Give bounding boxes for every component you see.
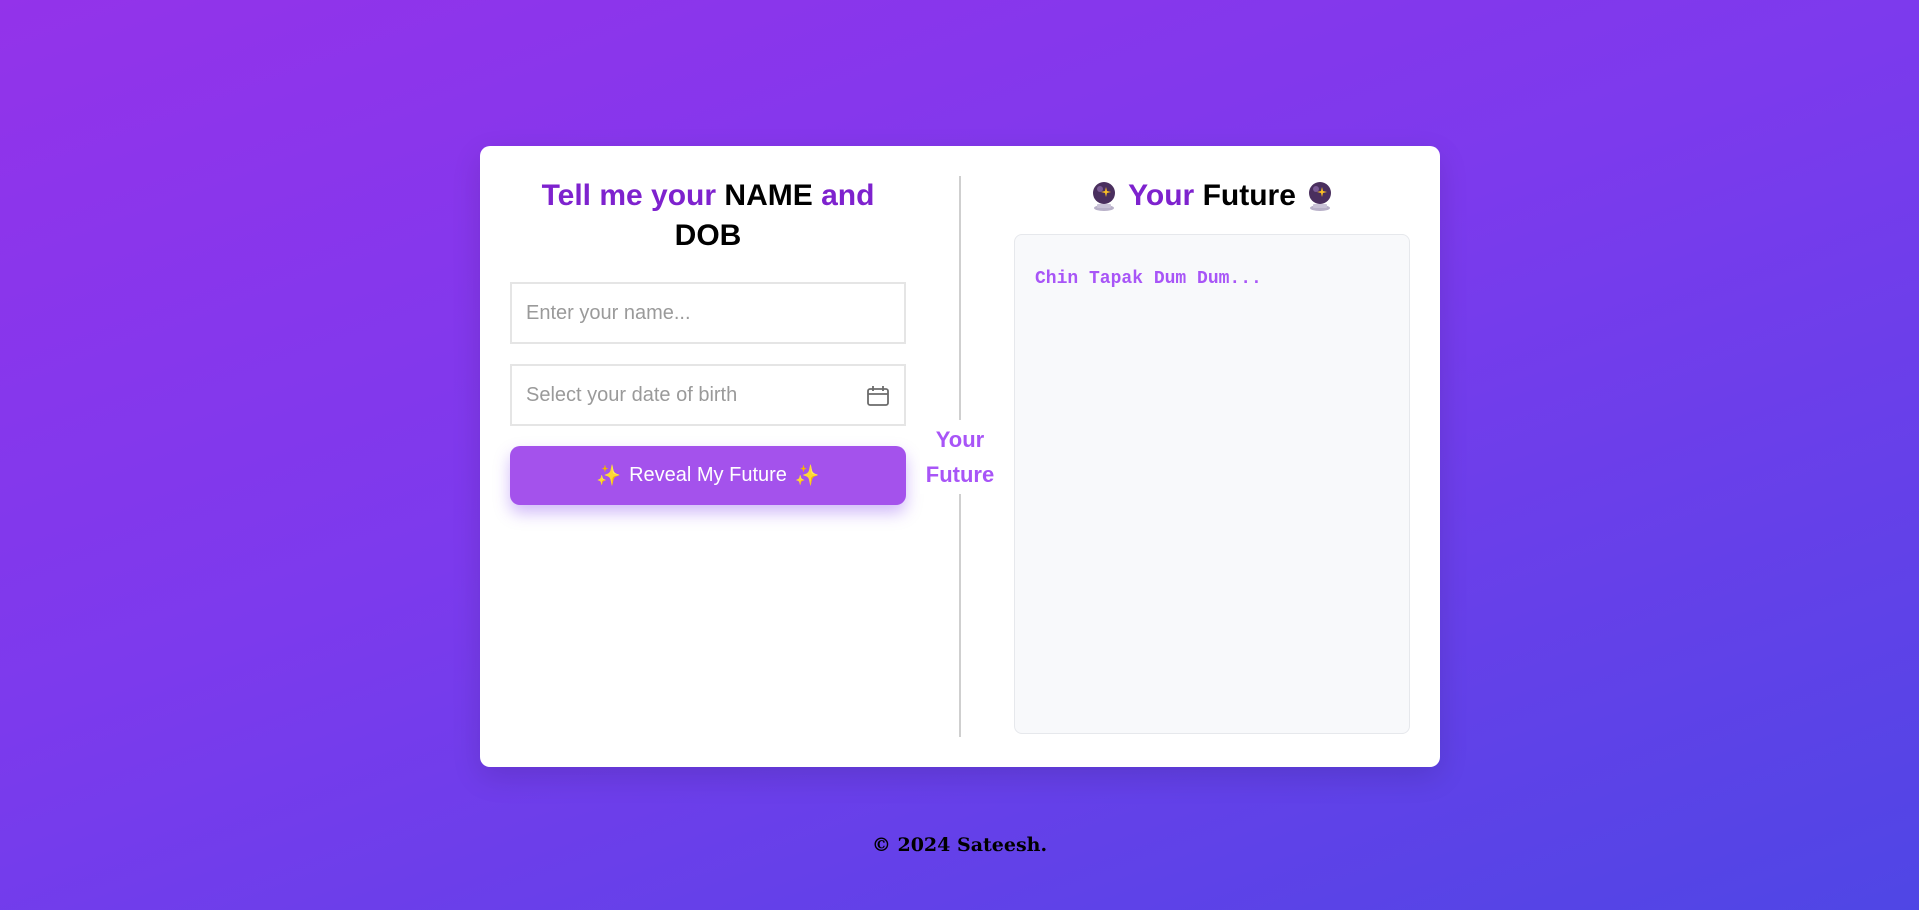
future-result-box: Chin Tapak Dum Dum... (1014, 234, 1410, 734)
fortune-card: Tell me your NAME and DOB ✨ Reveal My Fu (480, 146, 1440, 767)
title-text-dob: DOB (674, 219, 742, 252)
dob-field (510, 364, 906, 426)
name-input[interactable] (512, 284, 904, 342)
divider-label-line1: Your (935, 427, 985, 452)
name-field (510, 282, 906, 344)
input-panel: Tell me your NAME and DOB ✨ Reveal My Fu (510, 176, 906, 505)
title-text-future: Future (1202, 179, 1296, 212)
sparkle-icon: ✨ (794, 465, 820, 487)
footer-copyright: © 2024 Sateesh. (871, 834, 1048, 856)
result-panel-title: Your Future (1014, 176, 1410, 216)
divider-label: Your Future (920, 420, 1000, 494)
crystal-ball-icon (1306, 181, 1334, 211)
title-text-name: NAME (724, 179, 813, 212)
dob-input[interactable] (512, 366, 904, 424)
calendar-icon[interactable] (866, 385, 890, 407)
title-text-your: Your (1128, 179, 1195, 212)
reveal-future-button[interactable]: ✨ Reveal My Future ✨ (510, 446, 906, 505)
future-result-text: Chin Tapak Dum Dum... (1035, 269, 1262, 289)
input-panel-title: Tell me your NAME and DOB (510, 176, 906, 256)
title-text-tell-me: Tell me your (541, 179, 717, 212)
divider-label-line2: Future (925, 462, 995, 487)
title-text-and: and (821, 179, 875, 212)
crystal-ball-icon (1090, 181, 1118, 211)
sparkle-icon: ✨ (596, 465, 622, 487)
result-panel: Your Future Chin Tapak Dum Dum... (1014, 176, 1410, 734)
reveal-button-label: Reveal My Future (629, 464, 787, 486)
